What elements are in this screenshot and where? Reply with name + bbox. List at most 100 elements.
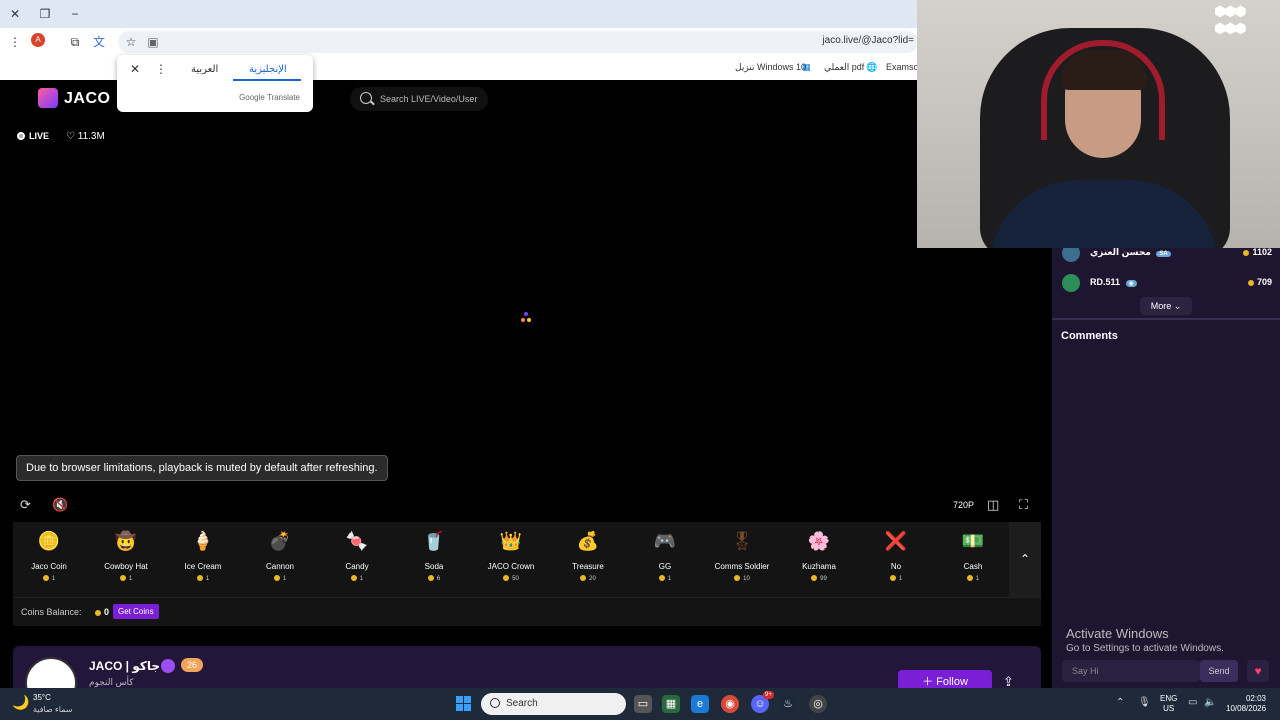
volume-icon[interactable]: 🔈 bbox=[1204, 697, 1216, 708]
refresh-icon[interactable]: ⟳ bbox=[20, 497, 31, 513]
ranking-row[interactable]: RD.511 ◉ 709 bbox=[1062, 274, 1272, 292]
coin-icon bbox=[119, 575, 126, 581]
gift-price: 1 bbox=[14, 575, 84, 582]
extensions-icon[interactable]: ⧉ bbox=[66, 33, 84, 51]
taskbar-search[interactable]: Search bbox=[481, 693, 626, 715]
site-search[interactable]: Search LIVE/Video/User bbox=[350, 87, 488, 111]
more-button[interactable]: More ⌄ bbox=[1140, 297, 1192, 315]
ranking-coins: 709 bbox=[1247, 277, 1272, 287]
jaco-logo-icon[interactable] bbox=[38, 88, 58, 108]
level-badge: ◉ bbox=[1125, 280, 1137, 287]
site-logo[interactable]: JACO bbox=[64, 90, 110, 108]
language-indicator[interactable]: ENG US bbox=[1160, 694, 1177, 714]
get-coins-button[interactable]: Get Coins bbox=[113, 604, 159, 619]
chevron-up-icon[interactable]: ⌃ bbox=[1009, 522, 1041, 597]
weather-description[interactable]: سماء صافية bbox=[33, 705, 73, 714]
weather-temp[interactable]: 35°C bbox=[33, 693, 51, 702]
microphone-icon[interactable]: 🎙 bbox=[1138, 697, 1151, 708]
loading-dot bbox=[527, 318, 531, 322]
theater-mode-icon[interactable]: ◫ bbox=[987, 497, 999, 513]
bookmark-item[interactable]: تنزيل Windows 10 bbox=[735, 62, 806, 73]
translate-page-icon[interactable]: ▣ bbox=[144, 33, 162, 51]
gift-item[interactable]: 🍬 Candy 1 bbox=[322, 528, 392, 582]
bookmark-item[interactable]: العملي pdf bbox=[824, 62, 864, 73]
quality-selector[interactable]: 720P bbox=[953, 500, 974, 510]
verified-icon bbox=[161, 659, 175, 673]
gift-price: 1 bbox=[91, 575, 161, 582]
minimize-window-icon[interactable]: − bbox=[66, 5, 84, 23]
gift-item[interactable]: 👑 JACO Crown 50 bbox=[476, 528, 546, 582]
gift-item[interactable]: 💣 Cannon 1 bbox=[245, 528, 315, 582]
windows-start-icon[interactable] bbox=[456, 696, 471, 711]
fullscreen-icon[interactable]: ⛶ bbox=[1019, 497, 1028, 513]
activate-subtitle: Go to Settings to activate Windows. bbox=[1066, 643, 1224, 654]
divider bbox=[13, 597, 1041, 598]
gift-item[interactable]: 💰 Treasure 20 bbox=[553, 528, 623, 582]
gift-icon: ❌ bbox=[884, 531, 908, 551]
streamer-name[interactable]: JACO | جاكو bbox=[89, 659, 160, 673]
ranking-name: محسن العنزي SA bbox=[1090, 247, 1171, 258]
store-icon[interactable]: ▦ bbox=[662, 695, 680, 713]
gift-name: Soda bbox=[424, 562, 444, 571]
gift-name: Cash bbox=[963, 562, 983, 571]
steam-icon[interactable]: ♨ bbox=[779, 695, 797, 713]
chevron-up-icon[interactable]: ⌃ bbox=[1116, 697, 1124, 708]
gift-item[interactable]: 🎖 Comms Soldier 10 bbox=[707, 528, 777, 582]
divider bbox=[1052, 318, 1280, 320]
gift-price: 1 bbox=[245, 575, 315, 582]
url-text[interactable]: jaco.live/@Jaco?lid= bbox=[822, 35, 914, 46]
coin-icon bbox=[658, 575, 665, 581]
close-icon[interactable]: ✕ bbox=[130, 62, 140, 76]
close-window-icon[interactable]: ✕ bbox=[6, 5, 24, 23]
gift-item[interactable]: 🥤 Soda 6 bbox=[399, 528, 469, 582]
chrome-icon[interactable]: ◉ bbox=[721, 695, 739, 713]
gift-price: 10 bbox=[707, 575, 777, 582]
search-icon bbox=[360, 92, 372, 104]
gift-name: Cowboy Hat bbox=[104, 562, 148, 571]
gift-item[interactable]: 🌸 Kuzhama 99 bbox=[784, 528, 854, 582]
coin-icon bbox=[1247, 280, 1254, 286]
address-bar[interactable]: ☆ ▣ jaco.live/@Jaco?lid= bbox=[118, 31, 918, 53]
live-dot-icon bbox=[17, 132, 25, 140]
globe-icon: 🌐 bbox=[866, 62, 878, 72]
mute-icon[interactable]: 🔇 bbox=[52, 497, 68, 513]
restore-window-icon[interactable]: ❐ bbox=[36, 5, 54, 23]
translate-extension-icon[interactable]: 文 bbox=[90, 33, 108, 51]
profile-avatar[interactable]: A bbox=[31, 33, 45, 47]
bookmark-item[interactable]: Examsof bbox=[886, 62, 921, 72]
network-icon[interactable]: ▭ bbox=[1188, 697, 1197, 708]
moon-icon[interactable]: 🌙 bbox=[12, 694, 29, 711]
comment-input[interactable]: Say Hi bbox=[1062, 660, 1200, 682]
gift-price: 6 bbox=[399, 575, 469, 582]
gift-item[interactable]: ❌ No 1 bbox=[861, 528, 931, 582]
gift-icon: 🥤 bbox=[422, 531, 446, 551]
gift-item[interactable]: 💵 Cash 1 bbox=[938, 528, 1008, 582]
more-options-icon[interactable]: ⋮ bbox=[155, 62, 167, 76]
edge-icon[interactable]: e bbox=[691, 695, 709, 713]
coin-icon bbox=[811, 575, 818, 581]
live-badge: LIVE bbox=[17, 131, 49, 141]
avatar bbox=[1062, 274, 1080, 292]
gift-item[interactable]: 🪙 Jaco Coin 1 bbox=[14, 528, 84, 582]
gift-item[interactable]: 🍦 Ice Cream 1 bbox=[168, 528, 238, 582]
heart-icon[interactable]: ♥ bbox=[1247, 660, 1269, 682]
gift-item[interactable]: 🤠 Cowboy Hat 1 bbox=[91, 528, 161, 582]
coin-icon bbox=[95, 610, 101, 616]
search-input[interactable]: Search LIVE/Video/User bbox=[380, 94, 477, 104]
browser-menu-icon[interactable]: ⋮ bbox=[6, 33, 24, 51]
coin-icon bbox=[42, 575, 49, 581]
streamer-profile: JACO | جاكو 26 كأس النجوم ＋ Follow ⇪ bbox=[13, 646, 1041, 709]
gift-name: Kuzhama bbox=[802, 562, 836, 571]
gift-name: Candy bbox=[345, 562, 369, 571]
translate-source-tab[interactable]: العربية bbox=[191, 64, 218, 75]
bookmark-star-icon[interactable]: ☆ bbox=[122, 33, 140, 51]
send-button[interactable]: Send bbox=[1200, 660, 1238, 682]
gift-item[interactable]: 🎮 GG 1 bbox=[630, 528, 700, 582]
clock[interactable]: 02:03 10/08/2026 bbox=[1226, 694, 1266, 714]
loading-dot bbox=[524, 312, 528, 316]
task-view-icon[interactable]: ▭ bbox=[634, 695, 652, 713]
gift-icon: 🍦 bbox=[191, 531, 215, 551]
gift-price: 20 bbox=[553, 575, 623, 582]
translate-target-tab[interactable]: الإنجليزية bbox=[249, 64, 287, 75]
app-icon[interactable]: ◎ bbox=[809, 695, 827, 713]
